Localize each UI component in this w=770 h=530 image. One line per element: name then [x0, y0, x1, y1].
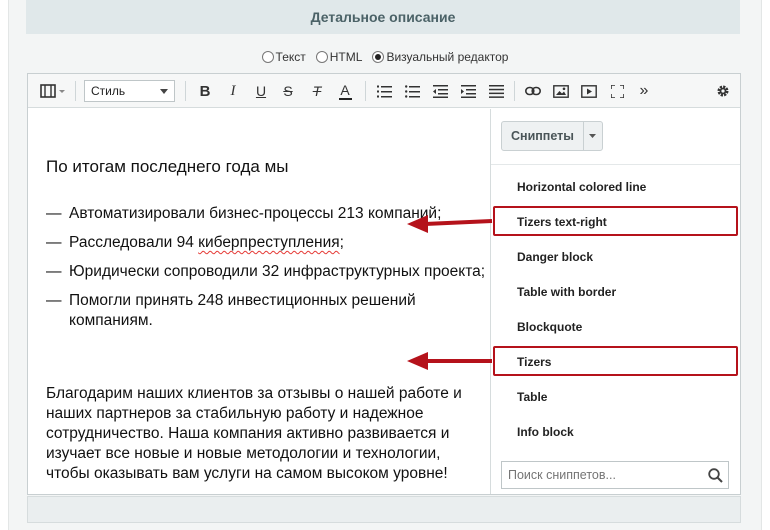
outdent-icon [432, 84, 448, 98]
visual-editor: Стиль B I U S T A » По итогам последнего… [27, 73, 741, 495]
video-button[interactable] [578, 80, 600, 102]
list-item: — Автоматизировали бизнес-процессы 213 ко… [46, 205, 442, 222]
align-justify-icon [488, 84, 504, 98]
mode-visual-radio[interactable] [372, 51, 385, 63]
underline-button[interactable]: U [250, 80, 272, 102]
underline-icon: U [255, 83, 267, 99]
layout-icon [40, 84, 65, 98]
clear-format-icon: T [312, 83, 322, 99]
snippet-search-box [501, 461, 729, 489]
style-select[interactable]: Стиль [84, 80, 175, 102]
strikethrough-icon: S [283, 83, 293, 99]
outdent-button[interactable] [429, 80, 451, 102]
ordered-list-button[interactable] [373, 80, 395, 102]
italic-button[interactable]: I [222, 80, 244, 102]
unordered-list-icon [404, 84, 420, 98]
achievements-list: — Автоматизировали бизнес-процессы 213 ко… [46, 204, 486, 340]
image-button[interactable] [550, 80, 572, 102]
snippet-item[interactable]: Horizontal colored line [491, 169, 740, 204]
mode-html-radio[interactable] [315, 51, 328, 63]
snippet-item[interactable]: Blockquote [491, 309, 740, 344]
fullscreen-icon [610, 84, 624, 98]
snippet-search-input[interactable] [502, 463, 702, 487]
editor-content-area[interactable]: По итогам последнего года мы — Автоматизи… [28, 109, 490, 494]
snippet-item[interactable]: Table with border [491, 274, 740, 309]
align-justify-button[interactable] [485, 80, 507, 102]
snippet-item[interactable]: Table [491, 379, 740, 414]
chevron-down-icon [160, 88, 168, 94]
editor-mode-switch: Текст HTML Визуальный редактор [0, 50, 770, 64]
editor-footer [27, 496, 741, 523]
mode-text-radio[interactable] [261, 51, 274, 63]
style-select-value: Стиль [91, 84, 126, 98]
font-color-icon: A [340, 81, 350, 98]
search-icon[interactable] [702, 467, 728, 483]
list-item: — Расследовали 94 киберпреступления; [46, 234, 344, 251]
mode-text-option[interactable]: Текст [261, 50, 306, 64]
content-intro: По итогам последнего года мы [46, 157, 289, 176]
unordered-list-button[interactable] [401, 80, 423, 102]
fullscreen-button[interactable] [606, 80, 628, 102]
more-icon: » [639, 82, 649, 99]
list-item: — Помогли принять 248 инвестиционных реше… [46, 292, 416, 329]
mode-visual-option[interactable]: Визуальный редактор [372, 50, 508, 64]
snippets-button-label: Сниппеты [502, 122, 584, 150]
mode-visual-label: Визуальный редактор [386, 50, 509, 64]
misspelled-word[interactable]: киберпреступления [198, 234, 339, 251]
more-button[interactable]: » [633, 80, 655, 102]
section-header: Детальное описание [26, 0, 740, 34]
highlight-box-tizers [493, 346, 738, 376]
mode-html-label: HTML [329, 50, 363, 64]
strikethrough-button[interactable]: S [277, 80, 299, 102]
section-title: Детальное описание [310, 9, 456, 25]
snippets-sidebar: Сниппеты Horizontal colored line Tizers … [490, 109, 740, 494]
bold-button[interactable]: B [194, 80, 216, 102]
layout-button[interactable] [36, 80, 70, 102]
italic-icon: I [230, 82, 236, 99]
bold-icon: B [199, 82, 211, 100]
highlight-box-tizers-text-right [493, 206, 738, 236]
list-item: — Юридически сопроводили 32 инфраструктур… [46, 263, 486, 280]
settings-button[interactable] [712, 80, 734, 102]
editor-toolbar: Стиль B I U S T A » [28, 74, 740, 108]
snippet-item[interactable]: Info block [491, 414, 740, 449]
settings-icon [717, 85, 729, 97]
indent-icon [460, 84, 476, 98]
video-icon [581, 84, 597, 98]
chevron-down-icon[interactable] [584, 122, 602, 150]
link-button[interactable] [522, 80, 544, 102]
link-icon [525, 86, 541, 96]
snippet-item[interactable]: Danger block [491, 239, 740, 274]
font-color-button[interactable]: A [334, 80, 356, 102]
ordered-list-icon [376, 85, 392, 97]
indent-button[interactable] [457, 80, 479, 102]
mode-html-option[interactable]: HTML [315, 50, 363, 64]
snippets-button[interactable]: Сниппеты [501, 121, 603, 151]
content-outro: Благодарим наших клиентов за отзывы о на… [46, 385, 462, 482]
image-icon [553, 84, 569, 98]
mode-text-label: Текст [275, 50, 306, 64]
clear-format-button[interactable]: T [306, 80, 328, 102]
